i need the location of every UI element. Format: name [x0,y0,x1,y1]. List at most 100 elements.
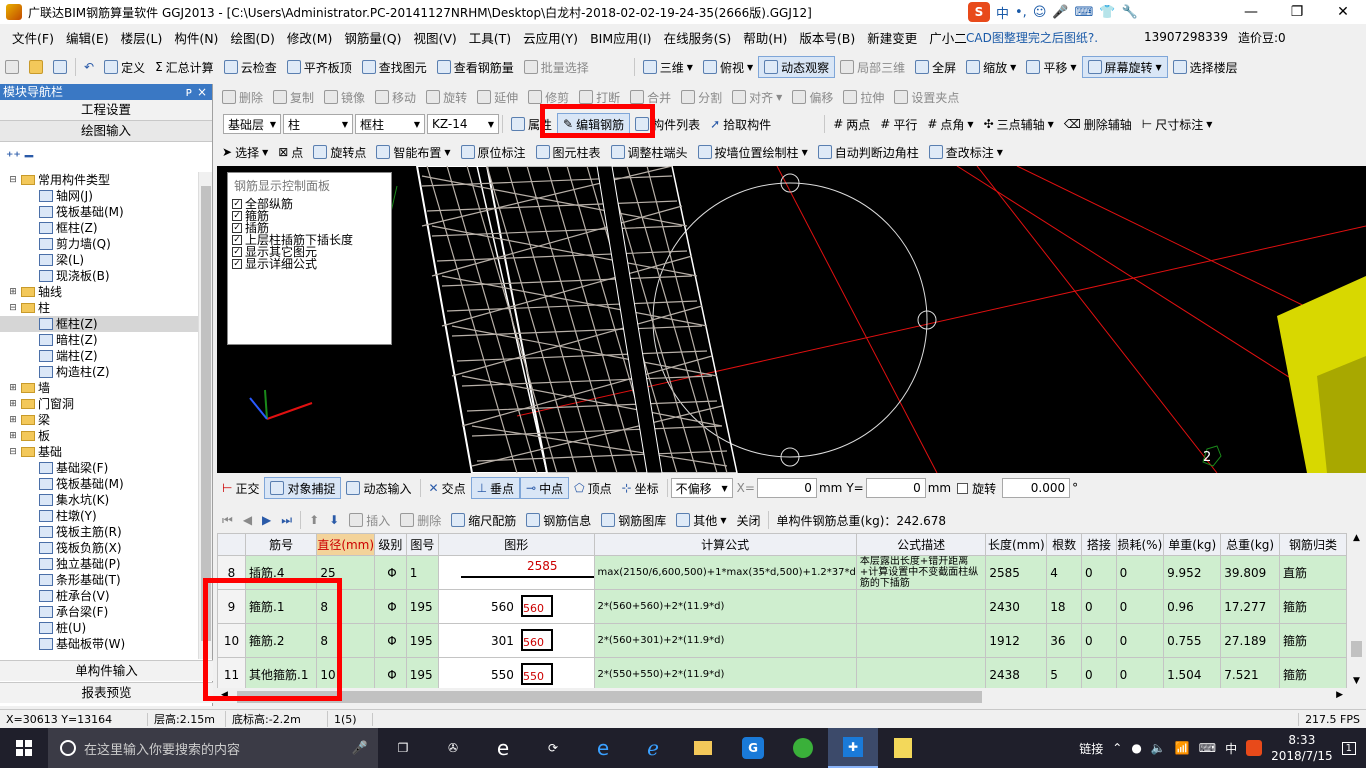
local-3d-button[interactable]: 局部三维 [835,56,910,78]
menu-edit[interactable]: 编辑(E) [60,28,115,47]
cell-formula[interactable]: 2*(550+550)+2*(11.9*d) [593,657,857,688]
top-view-button[interactable]: 俯视 ▼ [698,56,758,78]
cell-len[interactable]: 1912 [985,623,1048,658]
cell-lap[interactable]: 0 [1080,555,1117,590]
tree-item[interactable]: 暗柱(Z) [0,332,198,348]
cell-count[interactable]: 18 [1046,589,1082,624]
define-button[interactable]: 定义 [99,56,150,78]
cost-bean[interactable]: 造价豆:0 [1238,29,1286,46]
chevron-up-icon[interactable]: ⌃ [1112,741,1122,755]
close-grid-button[interactable]: 关闭 [731,509,765,531]
menu-component[interactable]: 构件(N) [168,28,224,47]
tree-item[interactable]: 现浇板(B) [0,268,198,284]
column-header[interactable]: 图形 [437,533,595,556]
column-header[interactable]: 级别 [374,533,407,556]
smart-layout-button[interactable]: 智能布置 ▼ [371,141,455,163]
cell-len[interactable]: 2585 [985,555,1048,590]
cell-fig[interactable]: 1 [405,555,439,590]
menu-new-change[interactable]: 新建变更 [861,28,923,47]
cell-len[interactable]: 2438 [985,657,1048,688]
pan-button[interactable]: 平移 ▼ [1021,56,1081,78]
column-header[interactable]: 长度(mm) [985,533,1048,556]
batch-select-button[interactable]: 批量选择 [519,56,594,78]
menu-modify[interactable]: 修改(M) [281,28,339,47]
save-button[interactable] [48,56,72,78]
start-button[interactable] [0,728,48,768]
zoom-button[interactable]: 缩放 ▼ [961,56,1021,78]
menu-version[interactable]: 版本号(B) [793,28,861,47]
type-select[interactable]: 柱 ▼ [283,114,353,134]
rotate-angle-input[interactable]: 0.000 [1002,478,1071,498]
tree-folder[interactable]: ⊞ 梁 [0,412,198,428]
cell-loss[interactable]: 0 [1115,589,1165,624]
app-pinwheel[interactable]: ✇ [428,728,478,768]
table-hscroll[interactable]: ◀ ▶ [217,688,1347,706]
x-offset-input[interactable]: 0 [756,478,817,498]
cell-unit-w[interactable]: 1.504 [1163,657,1222,688]
align-button[interactable]: 对齐 ▼ [727,86,787,108]
tree-folder[interactable]: ⊞ 轴线 [0,284,198,300]
app-glodon[interactable]: G [728,728,778,768]
tree-folder[interactable]: ⊞ 板 [0,428,198,444]
tree-item[interactable]: 基础板带(W) [0,636,198,652]
copy-button[interactable]: 复制 [268,86,319,108]
tree-folder[interactable]: ⊟ 常用构件类型 [0,172,198,188]
mirror-button[interactable]: 镜像 [319,86,370,108]
rebar-shape-cell[interactable]: 550 550 [437,657,595,688]
select-floor-button[interactable]: 选择楼层 [1168,56,1243,78]
tree-item[interactable]: 桩承台(V) [0,588,198,604]
find-button[interactable]: 查找图元 [357,56,432,78]
dynamic-input-button[interactable]: 动态输入 [341,477,416,499]
single-input-button[interactable]: 单构件输入 [0,660,213,681]
tree-item[interactable]: 集水坑(K) [0,492,198,508]
three-point-aux-button[interactable]: ✣ 三点辅轴 ▼ [979,113,1059,135]
rotate-checkbox[interactable] [957,482,969,494]
tree-item[interactable]: 基础梁(F) [0,460,198,476]
column-header[interactable]: 总重(kg) [1220,533,1280,556]
column-header[interactable]: 图号 [405,533,439,556]
cell-unit-w[interactable]: 0.96 [1163,589,1222,624]
other-button[interactable]: 其他 ▼ [671,509,731,531]
app-ggj[interactable]: ✚ [828,728,878,768]
column-header[interactable]: 计算公式 [593,533,857,556]
sogou-icon[interactable]: S [968,2,990,22]
floor-select[interactable]: 基础层 ▼ [223,114,281,134]
project-settings-button[interactable]: 工程设置 [0,100,212,121]
cell-total-w[interactable]: 27.189 [1220,623,1280,658]
scroll-down-icon[interactable]: ▼ [1347,676,1366,686]
scroll-right-icon[interactable]: ▶ [1336,690,1343,700]
mic-icon[interactable]: 🎤 [352,741,368,756]
tree-item[interactable]: 轴网(J) [0,188,198,204]
cell-len[interactable]: 2430 [985,589,1048,624]
split-button[interactable]: 分割 [676,86,727,108]
rebar-shape-cell[interactable]: 301 560 [437,623,595,658]
menu-online[interactable]: 在线服务(S) [658,28,738,47]
cell-count[interactable]: 5 [1046,657,1082,688]
draw-by-wall-button[interactable]: 按墙位置绘制柱 ▼ [693,141,813,163]
adjust-end-button[interactable]: 调整柱端头 [606,141,693,163]
cell-cat[interactable]: 直筋 [1278,555,1347,590]
prev-record-button[interactable]: ◀ [238,509,257,531]
clock[interactable]: 8:33 2018/7/15 [1271,732,1333,764]
flat-top-button[interactable]: 平齐板顶 [282,56,357,78]
open-file-button[interactable] [24,56,48,78]
collapse-all-icon[interactable]: ━ [25,149,33,165]
speaker-icon[interactable]: 🔈 [1151,741,1166,755]
rotate-button[interactable]: 旋转 [421,86,472,108]
column-header[interactable]: 筋号 [244,533,318,556]
menu-cloud[interactable]: 云应用(Y) [517,28,584,47]
cell-lap[interactable]: 0 [1080,657,1117,688]
taskbar-search[interactable]: 在这里输入你要搜索的内容 🎤 [48,728,378,768]
move-down-button[interactable]: ⬇ [324,509,344,531]
ortho-button[interactable]: ⊢ 正交 [217,477,264,499]
table-vscroll[interactable]: ▲ ▼ [1347,533,1366,688]
cell-desc[interactable]: 本层露出长度+错开距离+计算设置中不变截面柱纵筋的下插筋 [855,555,987,590]
rebar-shape-cell[interactable]: 560 560 [437,589,595,624]
tree-item[interactable]: 构造柱(Z) [0,364,198,380]
task-view-button[interactable]: ❐ [378,728,428,768]
view-rebar-button[interactable]: 查看钢筋量 [432,56,519,78]
column-header[interactable]: 钢筋归类 [1278,533,1347,556]
cell-total-w[interactable]: 39.809 [1220,555,1280,590]
auto-corner-button[interactable]: 自动判断边角柱 [813,141,924,163]
cell-fig[interactable]: 195 [405,623,439,658]
